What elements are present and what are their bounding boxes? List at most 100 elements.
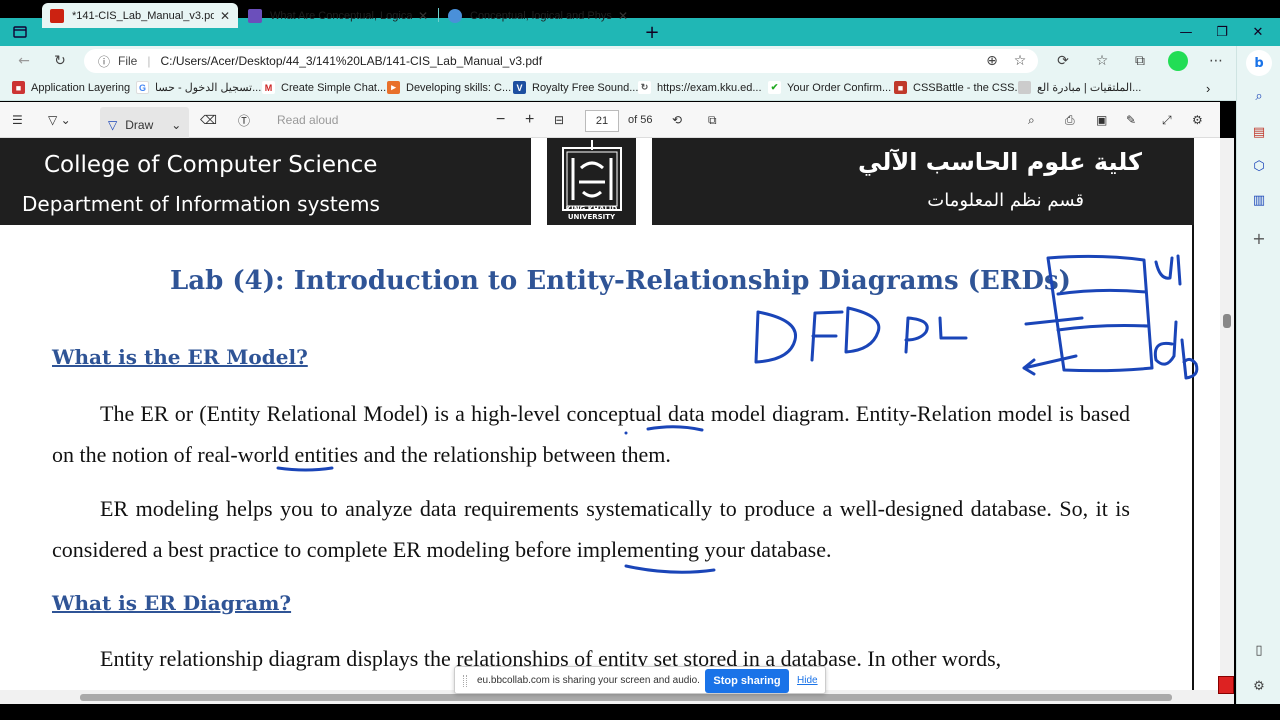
bookmark-label: Create Simple Chat... <box>281 81 387 94</box>
bookmark-item[interactable]: ✔ Your Order Confirm... <box>768 81 891 94</box>
search-icon[interactable]: ⌕ <box>1028 102 1035 138</box>
tab-article-2[interactable]: Conceptual, logical and Physical ✕ <box>440 3 636 28</box>
site-icon <box>248 8 262 23</box>
bookmark-item[interactable]: ↻ https://exam.kku.ed... <box>638 81 762 94</box>
page-number-input[interactable]: 21 <box>585 110 619 132</box>
extensions-icon[interactable]: ⟳ <box>1053 51 1073 71</box>
settings-icon[interactable]: ⚙ <box>1192 102 1203 138</box>
bookmark-icon: ▸ <box>387 81 400 94</box>
address-path: C:/Users/Acer/Desktop/44_3/141%20LAB/141… <box>160 54 543 68</box>
rotate-icon[interactable]: ⟲ <box>672 102 682 138</box>
bookmark-item[interactable]: V Royalty Free Sound... <box>513 81 638 94</box>
college-name-arabic: كلية علوم الحاسب الآلي <box>858 148 1142 176</box>
hide-link[interactable]: Hide <box>797 675 818 686</box>
zoom-icon[interactable]: ⊕ <box>982 51 1002 71</box>
tab-pdf[interactable]: *141-CIS_Lab_Manual_v3.pdf ✕ <box>42 3 238 28</box>
info-icon[interactable]: ⓘ <box>98 53 110 70</box>
read-aloud-button[interactable]: Read aloud <box>277 102 338 138</box>
zoom-out-icon[interactable]: − <box>496 102 505 138</box>
paragraph: The ER or (Entity Relational Model) is a… <box>52 401 1130 467</box>
tab-divider <box>438 8 439 22</box>
text-icon[interactable]: Ⓣ <box>238 102 250 138</box>
bookmark-item[interactable]: ▸ Developing skills: C... <box>387 81 511 94</box>
tab-actions-icon[interactable] <box>10 22 30 42</box>
bookmark-item[interactable]: ■ CSSBattle - the CSS... <box>894 81 1024 94</box>
add-icon[interactable]: + <box>1249 228 1269 248</box>
page-view-icon[interactable]: ⧉ <box>708 102 717 138</box>
bookmark-item[interactable]: الملتقيات | مبادرة الع... <box>1018 81 1141 94</box>
bookmark-label: الملتقيات | مبادرة الع... <box>1037 82 1142 94</box>
tab-article[interactable]: What Are Conceptual, Logical, ar ✕ <box>240 3 436 28</box>
print-icon[interactable]: ⎙ <box>1065 102 1075 138</box>
refresh-icon[interactable]: ↻ <box>50 51 70 71</box>
screen: *141-CIS_Lab_Manual_v3.pdf ✕ What Are Co… <box>0 0 1280 720</box>
favorite-add-icon[interactable]: ☆ <box>1010 51 1030 71</box>
settings-icon[interactable]: ⚙ <box>1249 676 1269 696</box>
bookmark-label: Your Order Confirm... <box>787 81 892 94</box>
draw-label: Draw <box>125 118 154 132</box>
chevron-right-icon[interactable]: › <box>1206 81 1210 96</box>
tools-icon[interactable]: ⬡ <box>1249 156 1269 176</box>
scroll-thumb[interactable] <box>80 694 1172 701</box>
m-icon: M <box>262 81 275 94</box>
close-icon[interactable]: ✕ <box>618 9 628 23</box>
copilot-icon[interactable]: b <box>1246 50 1272 76</box>
sharing-message: eu.bbcollab.com is sharing your screen a… <box>477 675 700 686</box>
bookmark-item[interactable]: M Create Simple Chat... <box>262 81 386 94</box>
close-icon[interactable]: ✕ <box>418 9 428 23</box>
close-icon[interactable]: ✕ <box>220 9 230 23</box>
google-icon: G <box>136 81 149 94</box>
bookmark-label: https://exam.kku.ed... <box>657 81 762 94</box>
screen-sharing-bar: eu.bbcollab.com is sharing your screen a… <box>454 666 826 694</box>
close-window-icon[interactable]: ✕ <box>1238 18 1278 46</box>
pdf-toolbar: ☰ ▽ ⌄ ▽ Draw ⌄ ⌫ Ⓣ Read aloud − + ⊟ 21 o… <box>0 102 1220 143</box>
bookmarks-bar: ■ Application Layering G تسجيل الدخول - حس… <box>0 76 1236 101</box>
bookmark-icon: ■ <box>894 81 907 94</box>
eraser-icon[interactable]: ⌫ <box>200 102 217 138</box>
more-menu-icon[interactable]: ⋯ <box>1206 51 1226 71</box>
drag-handle-icon[interactable] <box>463 675 467 687</box>
header-english: College of Computer Science Department o… <box>0 138 531 225</box>
stop-sharing-button[interactable]: Stop sharing <box>705 669 789 693</box>
fit-page-icon[interactable]: ⊟ <box>554 102 564 138</box>
collections-icon[interactable]: ⧉ <box>1130 51 1150 71</box>
favorites-icon[interactable]: ☆ <box>1092 51 1112 71</box>
document-viewport[interactable]: College of Computer Science Department o… <box>0 138 1220 704</box>
office-icon[interactable]: ▥ <box>1249 190 1269 210</box>
new-tab-icon[interactable]: + <box>642 22 662 43</box>
restore-icon[interactable]: ❐ <box>1202 18 1242 46</box>
tab-title: *141-CIS_Lab_Manual_v3.pdf <box>72 9 214 22</box>
bookmark-item[interactable]: ■ Application Layering <box>12 81 130 94</box>
header-arabic: كلية علوم الحاسب الآلي قسم نظم المعلومات <box>652 138 1194 225</box>
scroll-thumb[interactable] <box>1223 314 1231 328</box>
university-logo: KING KHALID UNIVERSITY <box>547 138 636 225</box>
zoom-in-icon[interactable]: + <box>525 102 534 138</box>
address-bar[interactable]: ⓘ File | C:/Users/Acer/Desktop/44_3/141%… <box>84 49 1038 73</box>
shopping-icon[interactable]: ▤ <box>1249 122 1269 142</box>
back-icon[interactable]: ← <box>14 51 34 71</box>
section-heading: What is the ER Model? <box>52 345 308 369</box>
bookmark-label: Application Layering <box>31 81 131 94</box>
v-icon: V <box>513 81 526 94</box>
contents-icon[interactable]: ☰ <box>12 102 23 138</box>
save-icon[interactable]: ▣ <box>1096 102 1107 138</box>
link-icon: ↻ <box>638 81 651 94</box>
fullscreen-icon[interactable]: ⤢ <box>1162 102 1172 138</box>
bookmark-label: Royalty Free Sound... <box>532 81 639 94</box>
chevron-down-icon[interactable]: ⌄ <box>171 118 181 132</box>
highlight-icon[interactable]: ▽ ⌄ <box>48 102 71 138</box>
bookmark-item[interactable]: G تسجيل الدخول - حسا... <box>136 81 261 94</box>
minimize-icon[interactable]: — <box>1166 18 1206 46</box>
logo-caption: KING KHALID UNIVERSITY <box>565 205 618 221</box>
bookmark-label: تسجيل الدخول - حسا... <box>155 82 262 94</box>
check-icon: ✔ <box>768 81 781 94</box>
college-name: College of Computer Science <box>44 152 378 178</box>
search-icon[interactable]: ⌕ <box>1249 86 1269 106</box>
profile-avatar[interactable] <box>1168 51 1188 71</box>
recording-indicator-icon[interactable] <box>1218 676 1234 694</box>
save-as-icon[interactable]: ✎ <box>1126 102 1136 138</box>
edge-sidebar: b ⌕ ▤ ⬡ ▥ + ▯ ⚙ <box>1236 46 1280 704</box>
sidebar-toggle-icon[interactable]: ▯ <box>1249 640 1269 660</box>
page-total: of 56 <box>628 114 653 126</box>
vertical-scrollbar[interactable] <box>1220 138 1234 704</box>
